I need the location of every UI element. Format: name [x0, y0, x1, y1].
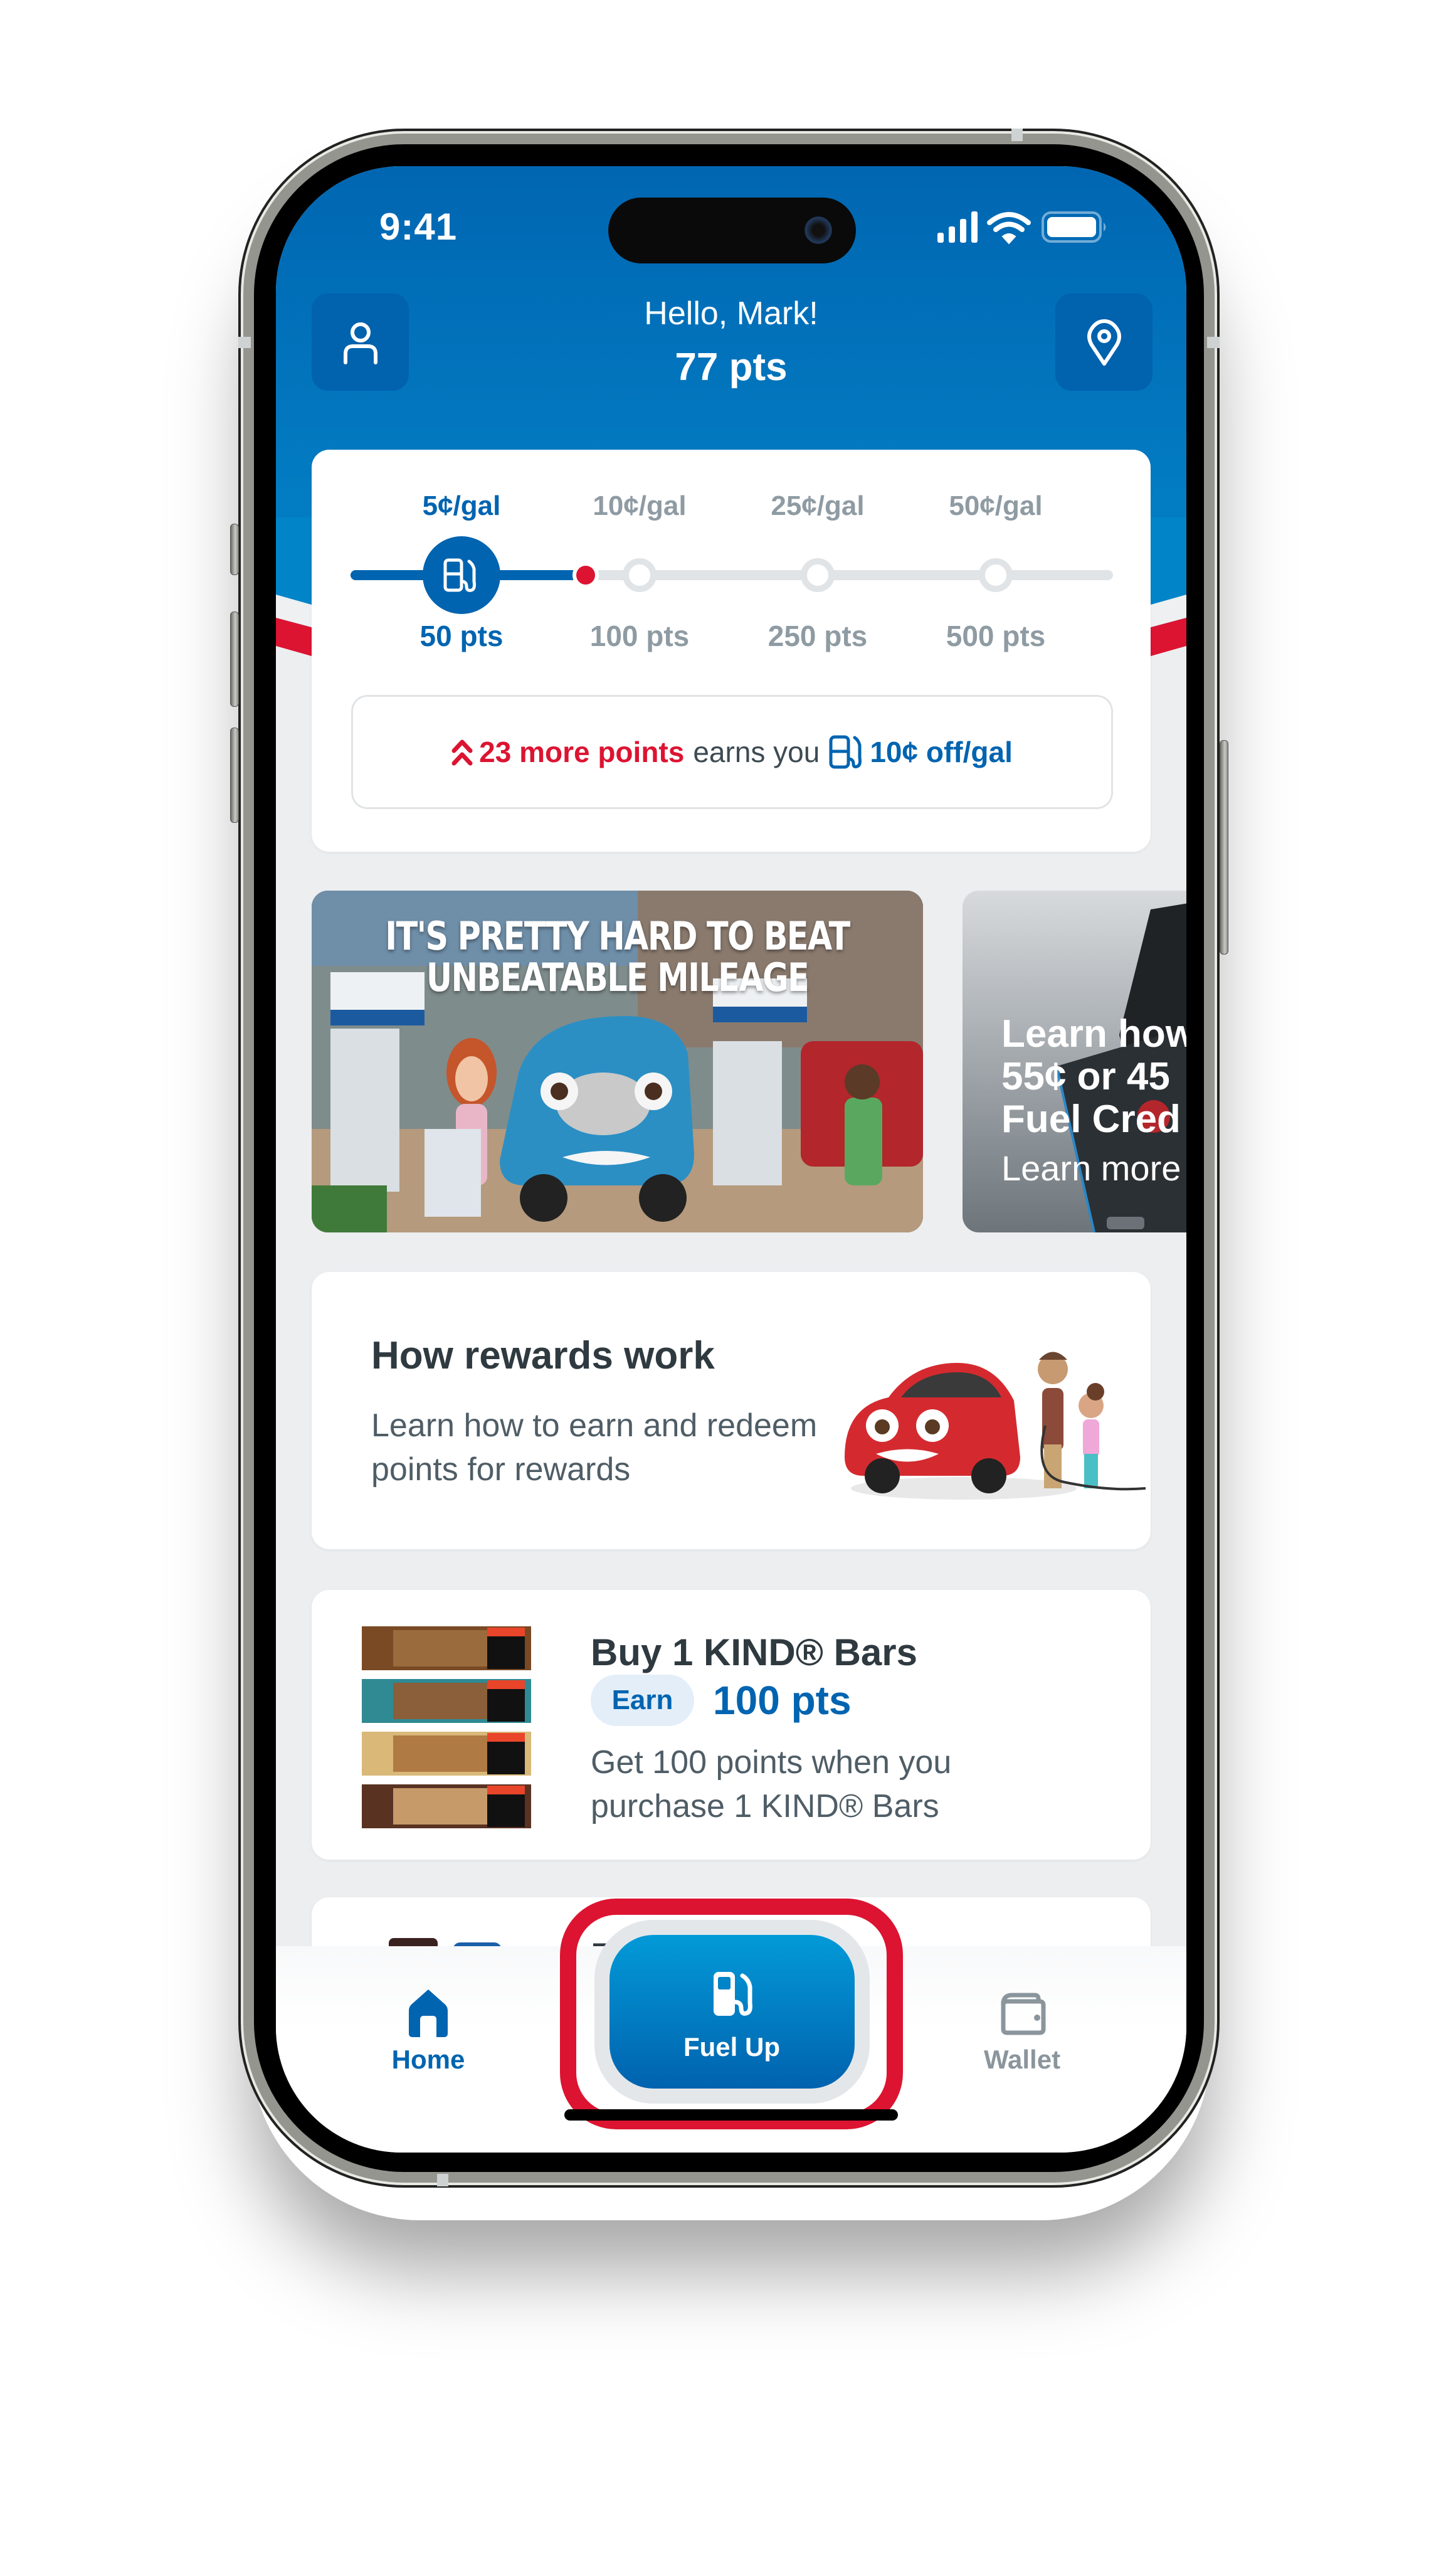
fuel-pump-illustration: [330, 1029, 399, 1192]
kind-bar: [362, 1732, 531, 1776]
progress-track: [351, 536, 1113, 614]
double-chevron-up-icon: [451, 739, 473, 766]
next-reward: 10¢ off/gal: [870, 736, 1013, 768]
status-time: 9:41: [379, 206, 458, 248]
tier-discount-label: 25¢/gal: [771, 490, 865, 521]
antenna-band: [1207, 337, 1220, 348]
dynamic-island: [608, 198, 856, 263]
current-position-marker: [572, 562, 599, 588]
chevron-app-sign: [425, 1129, 481, 1217]
how-rewards-description: Learn how to earn and redeem points for …: [371, 1407, 818, 1488]
tier-discount-label: 5¢/gal: [422, 490, 501, 521]
promo-line: Learn how: [1001, 1012, 1186, 1056]
volume-down-button: [230, 728, 239, 823]
offer-description: Get 100 points when you purchase 1 KIND®…: [591, 1744, 952, 1825]
action-button: [230, 524, 239, 575]
front-camera: [804, 216, 832, 244]
offer-points: 100 pts: [713, 1678, 852, 1723]
tier-node: [623, 558, 657, 592]
tier-points-label: 50 pts: [419, 620, 504, 652]
earn-badge: Earn: [591, 1675, 694, 1726]
tier-points-label: 500 pts: [946, 620, 1046, 652]
points-balance: 77 pts: [675, 346, 788, 389]
antenna-band: [1011, 129, 1023, 141]
antenna-band: [238, 337, 251, 348]
learn-more-link[interactable]: Learn more: [1001, 1148, 1181, 1189]
promo-headline: IT'S PRETTY HARD TO BEAT UNBEATABLE MILE…: [367, 916, 868, 998]
promo-banner-mileage[interactable]: IT'S PRETTY HARD TO BEAT UNBEATABLE MILE…: [312, 891, 923, 1232]
power-button: [1220, 740, 1228, 955]
promo-headline-line1: IT'S PRETTY HARD TO BEAT: [385, 913, 850, 959]
promo-line: 55¢ or 45: [1001, 1055, 1170, 1098]
fuel-pump-icon: [829, 735, 862, 769]
tab-home[interactable]: Home: [334, 1954, 522, 2079]
greeting-text: Hello, Mark!: [644, 295, 818, 332]
rewards-progress-card: 5¢/gal 10¢/gal 25¢/gal 50¢/gal 50 pts 10…: [312, 450, 1151, 852]
status-icons: [937, 211, 1106, 245]
man-illustration: [845, 1098, 882, 1185]
battery-icon: [1042, 211, 1106, 243]
wallet-icon: [1001, 1993, 1046, 2035]
tier-points-label: 100 pts: [589, 620, 690, 652]
volume-up-button: [230, 612, 239, 707]
promo-headline-line2: UNBEATABLE MILEAGE: [426, 955, 810, 1000]
fuel-up-label: Fuel Up: [683, 2032, 780, 2062]
home-icon: [409, 1989, 448, 2037]
message-middle: earns you: [693, 736, 820, 768]
wifi-icon: [987, 212, 1031, 245]
fuel-pump-icon: [714, 1972, 752, 2016]
how-rewards-title: How rewards work: [371, 1334, 715, 1377]
cellular-signal-icon: [937, 211, 978, 243]
tier-discount-label: 10¢/gal: [593, 490, 687, 521]
plants-illustration: [312, 1185, 387, 1232]
tab-wallet-label: Wallet: [983, 2045, 1061, 2074]
fuel-up-button[interactable]: Fuel Up: [609, 1935, 855, 2089]
points-needed: 23 more points: [479, 736, 685, 768]
offer-title: Buy 1 KIND® Bars: [591, 1631, 918, 1673]
kind-bar: [362, 1626, 531, 1670]
kind-bars-image: [362, 1626, 531, 1828]
tab-wallet[interactable]: Wallet: [928, 1954, 1116, 2079]
tab-home-label: Home: [391, 2045, 465, 2074]
kind-bar: [362, 1784, 531, 1828]
promo-fuel-credit-text: Learn how 55¢ or 45 Fuel Cred: [1001, 1013, 1186, 1141]
tier-discount-label: 50¢/gal: [949, 490, 1043, 521]
tier-points-label: 250 pts: [768, 620, 868, 652]
tier-node: [979, 558, 1013, 592]
promo-line: Fuel Cred: [1001, 1098, 1181, 1141]
red-car-family-illustration: [845, 1352, 1146, 1500]
antenna-band: [437, 2174, 448, 2186]
next-reward-message: 23 more points earns you 10¢ off/gal: [351, 695, 1113, 809]
promo-banner-fuel-credit-card[interactable]: Learn how 55¢ or 45 Fuel Cred Learn more: [963, 891, 1186, 1232]
how-rewards-work-card[interactable]: How rewards work Learn how to earn and r…: [312, 1272, 1151, 1549]
kind-bar: [362, 1679, 531, 1723]
home-indicator[interactable]: [564, 2109, 898, 2121]
tier-node: [801, 558, 835, 592]
offer-card-kind-bars[interactable]: Buy 1 KIND® Bars Earn 100 pts Get 100 po…: [312, 1590, 1151, 1860]
app-screen: 9:41 Hello, Mark! 77 pts 5¢/gal 10¢/gal …: [276, 166, 1186, 2153]
